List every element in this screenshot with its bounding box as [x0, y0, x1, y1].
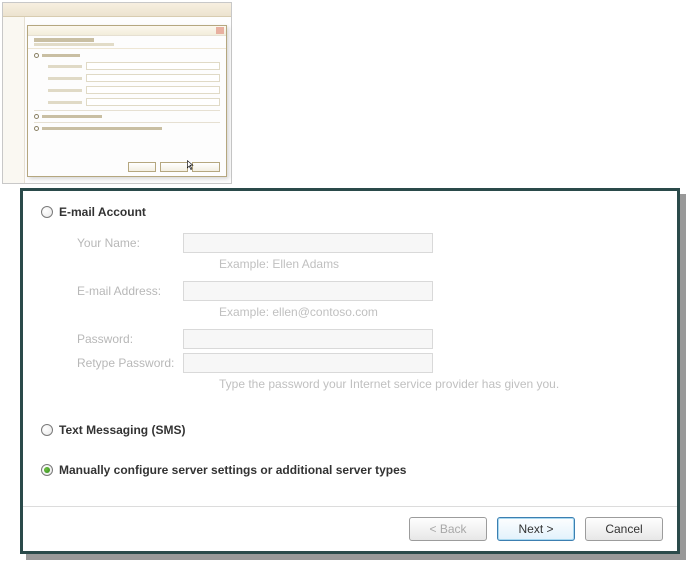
hint-your-name: Example: Ellen Adams [219, 257, 659, 271]
thumbnail-window [2, 2, 232, 184]
input-retype[interactable] [183, 353, 433, 373]
thumbnail-cursor-icon [187, 160, 196, 174]
thumbnail-dialog-body [28, 49, 226, 131]
thumbnail-dialog-titlebar [28, 26, 226, 36]
account-setup-panel: E-mail Account Your Name: Example: Ellen… [20, 188, 680, 554]
radio-email-account[interactable] [41, 206, 53, 218]
option-manual[interactable]: Manually configure server settings or ad… [41, 463, 659, 477]
input-your-name[interactable] [183, 233, 433, 253]
option-email-account-label: E-mail Account [59, 205, 146, 219]
row-retype: Retype Password: [77, 353, 659, 373]
thumbnail-dialog-heading [28, 36, 226, 49]
thumbnail-dialog-buttons [128, 162, 220, 172]
option-manual-label: Manually configure server settings or ad… [59, 463, 406, 477]
back-button[interactable]: < Back [409, 517, 487, 541]
thumbnail-dialog [27, 25, 227, 177]
label-retype: Retype Password: [77, 356, 183, 370]
label-email: E-mail Address: [77, 284, 183, 298]
hint-email: Example: ellen@contoso.com [219, 305, 659, 319]
input-email[interactable] [183, 281, 433, 301]
radio-manual[interactable] [41, 464, 53, 476]
option-email-account[interactable]: E-mail Account [41, 205, 659, 219]
thumbnail-sidebar [3, 17, 25, 183]
radio-sms[interactable] [41, 424, 53, 436]
panel-body: E-mail Account Your Name: Example: Ellen… [23, 191, 677, 506]
account-setup-panel-wrap: E-mail Account Your Name: Example: Ellen… [20, 188, 680, 554]
next-button[interactable]: Next > [497, 517, 575, 541]
panel-footer: < Back Next > Cancel [23, 506, 677, 551]
thumbnail-titlebar [3, 3, 231, 17]
row-password: Password: [77, 329, 659, 349]
option-sms[interactable]: Text Messaging (SMS) [41, 423, 659, 437]
hint-retype: Type the password your Internet service … [219, 377, 659, 391]
input-password[interactable] [183, 329, 433, 349]
cancel-button[interactable]: Cancel [585, 517, 663, 541]
thumbnail-close-icon [216, 27, 224, 34]
option-sms-label: Text Messaging (SMS) [59, 423, 185, 437]
email-form-block: Your Name: Example: Ellen Adams E-mail A… [41, 227, 659, 405]
label-password: Password: [77, 332, 183, 346]
label-your-name: Your Name: [77, 236, 183, 250]
row-email: E-mail Address: [77, 281, 659, 301]
row-your-name: Your Name: [77, 233, 659, 253]
